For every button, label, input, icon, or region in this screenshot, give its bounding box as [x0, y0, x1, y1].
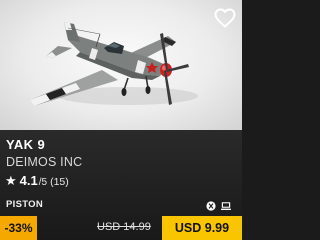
mac-icon	[221, 198, 231, 210]
discount-badge: -33%	[0, 216, 37, 240]
wishlist-heart-icon[interactable]	[213, 6, 237, 30]
product-thumbnail[interactable]	[0, 0, 242, 130]
aircraft-image	[30, 22, 198, 106]
platform-icons	[206, 198, 231, 211]
rating: ★ 4.1 /5 (15)	[5, 173, 69, 189]
sale-price-button[interactable]: USD 9.99	[162, 216, 242, 240]
product-title[interactable]: YAK 9	[6, 137, 45, 152]
windows-icon	[206, 198, 216, 211]
publisher-name[interactable]: DEIMOS INC	[6, 155, 82, 169]
rating-scale: /5	[38, 177, 48, 188]
rating-score: 4.1	[19, 173, 38, 188]
original-price: USD 14.99	[97, 221, 151, 233]
product-card[interactable]: YAK 9 DEIMOS INC ★ 4.1 /5 (15) PISTON -3…	[0, 0, 242, 240]
product-info: YAK 9 DEIMOS INC ★ 4.1 /5 (15) PISTON -3…	[0, 130, 242, 240]
engine-label: PISTON	[6, 199, 43, 210]
price-row: -33% USD 14.99 USD 9.99	[0, 216, 242, 240]
star-icon: ★	[5, 173, 17, 188]
rating-count: (15)	[50, 176, 69, 188]
